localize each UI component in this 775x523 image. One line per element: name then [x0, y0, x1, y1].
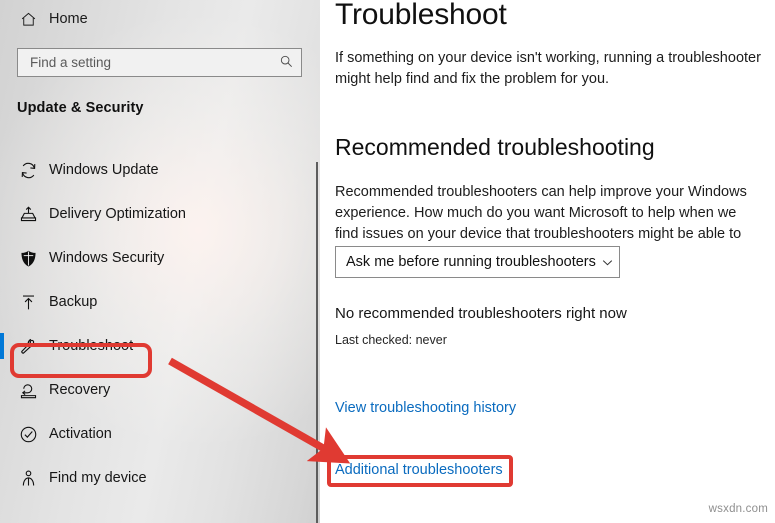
- search-box[interactable]: [17, 48, 302, 77]
- sidebar-section-title: Update & Security: [17, 100, 144, 116]
- check-circle-icon: [15, 425, 41, 444]
- wrench-icon: [15, 337, 41, 356]
- chevron-down-icon: [596, 256, 619, 269]
- sync-icon: [15, 161, 41, 180]
- upload-box-icon: [15, 205, 41, 224]
- sidebar-item-label: Activation: [49, 426, 112, 442]
- sidebar-item-recovery[interactable]: Recovery: [0, 368, 310, 412]
- link-view-troubleshooting-history[interactable]: View troubleshooting history: [335, 400, 516, 416]
- main-content: Troubleshoot If something on your device…: [320, 0, 775, 523]
- sidebar-item-label: Find my device: [49, 470, 147, 486]
- sidebar-scrollbar[interactable]: [316, 162, 318, 523]
- shield-icon: [15, 249, 41, 268]
- sidebar: Home Update & Security: [0, 0, 320, 523]
- sidebar-item-find-my-device[interactable]: Find my device: [0, 456, 310, 500]
- page-description: If something on your device isn't workin…: [335, 50, 761, 87]
- search-input[interactable]: [18, 55, 271, 70]
- sidebar-item-troubleshoot[interactable]: Troubleshoot: [0, 324, 310, 368]
- sidebar-item-label: Windows Update: [49, 162, 159, 178]
- sidebar-item-activation[interactable]: Activation: [0, 412, 310, 456]
- sidebar-item-label: Windows Security: [49, 250, 165, 266]
- sidebar-item-backup[interactable]: Backup: [0, 280, 310, 324]
- sidebar-item-label: Recovery: [49, 382, 111, 398]
- page-title: Troubleshoot: [335, 0, 507, 31]
- watermark: wsxdn.com: [708, 503, 768, 515]
- sidebar-item-windows-security[interactable]: Windows Security: [0, 236, 310, 280]
- home-icon: [15, 11, 41, 28]
- section-heading-recommended: Recommended troubleshooting: [335, 134, 655, 160]
- recovery-icon: [15, 381, 41, 400]
- selection-indicator: [0, 333, 4, 359]
- sidebar-item-windows-update[interactable]: Windows Update: [0, 148, 310, 192]
- sidebar-item-label: Backup: [49, 294, 98, 310]
- recommended-troubleshooting-dropdown[interactable]: Ask me before running troubleshooters: [335, 246, 620, 278]
- sidebar-nav-list: Windows Update Delivery Optimization Win…: [0, 148, 310, 500]
- recommended-status-text: No recommended troubleshooters right now: [335, 305, 627, 322]
- sidebar-home-label: Home: [49, 11, 88, 27]
- last-checked-text: Last checked: never: [335, 333, 447, 347]
- link-additional-troubleshooters[interactable]: Additional troubleshooters: [335, 462, 503, 478]
- sidebar-item-delivery-optimization[interactable]: Delivery Optimization: [0, 192, 310, 236]
- sidebar-item-label: Delivery Optimization: [49, 206, 186, 222]
- dropdown-selected-value: Ask me before running troubleshooters: [346, 254, 596, 270]
- sidebar-item-home[interactable]: Home: [0, 4, 300, 34]
- sidebar-item-label: Troubleshoot: [49, 338, 134, 354]
- settings-window: Home Update & Security: [0, 0, 775, 523]
- search-icon: [279, 54, 294, 72]
- person-pin-icon: [15, 469, 41, 488]
- search-button[interactable]: [271, 49, 301, 76]
- upload-arrow-icon: [15, 293, 41, 312]
